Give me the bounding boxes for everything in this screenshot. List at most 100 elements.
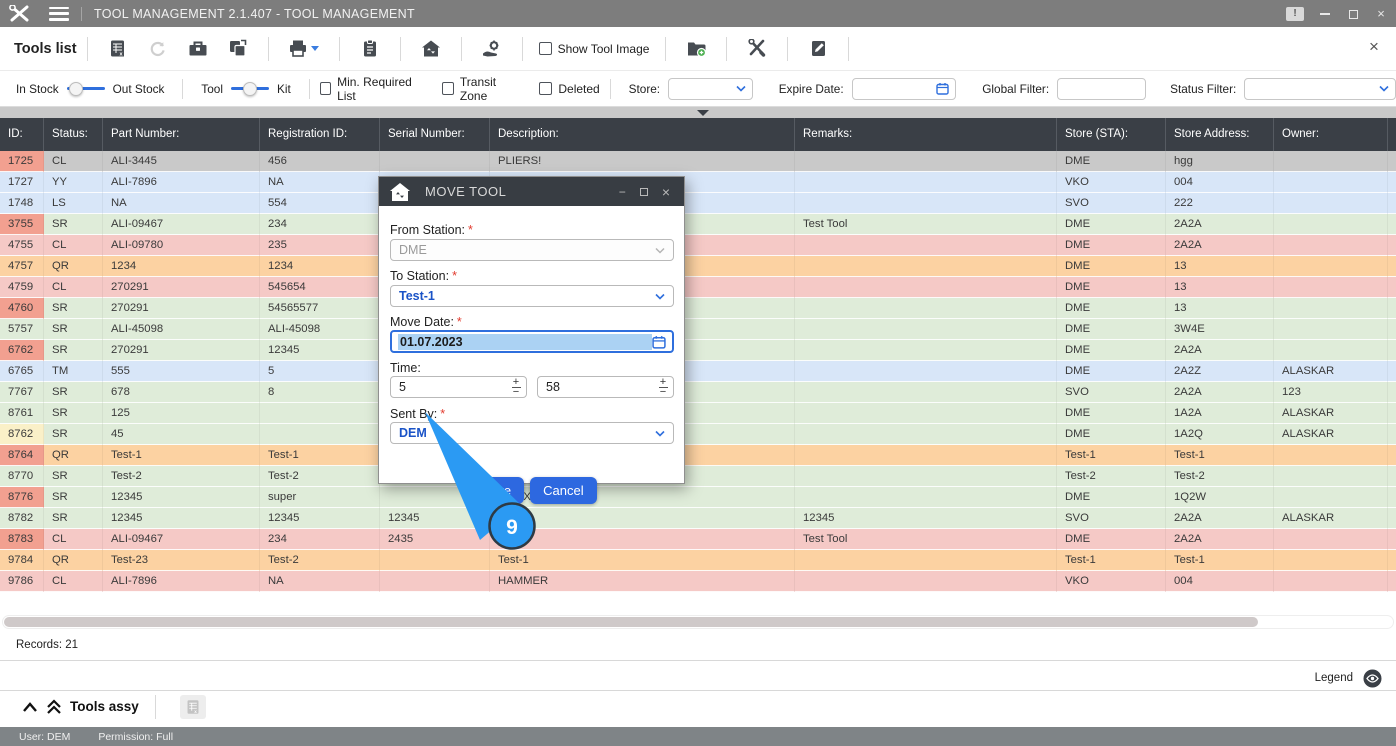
cell-id[interactable]: 8783 <box>0 529 44 550</box>
cell-store[interactable]: DME <box>1057 487 1166 508</box>
cell-status[interactable]: CL <box>44 235 103 256</box>
restore-button[interactable] <box>1346 0 1360 27</box>
cell-extra[interactable] <box>1388 487 1396 508</box>
table-row[interactable]: 4757QR12341234DME13 <box>0 256 1396 277</box>
cell-registration_id[interactable] <box>260 403 380 424</box>
cell-description[interactable]: Test-1 <box>490 550 795 571</box>
cell-registration_id[interactable]: 545654 <box>260 277 380 298</box>
horizontal-scrollbar[interactable] <box>2 615 1394 629</box>
cell-part_number[interactable]: 125 <box>103 403 260 424</box>
edit-notes-button[interactable] <box>801 34 835 64</box>
cell-part_number[interactable]: 12345 <box>103 487 260 508</box>
cell-part_number[interactable]: 678 <box>103 382 260 403</box>
cell-registration_id[interactable]: super <box>260 487 380 508</box>
column-header[interactable]: ID: <box>0 118 44 151</box>
cell-status[interactable]: SR <box>44 403 103 424</box>
cell-owner[interactable] <box>1274 466 1388 487</box>
cell-extra[interactable] <box>1388 382 1396 403</box>
cell-remarks[interactable]: Test Tool <box>795 529 1057 550</box>
cell-registration_id[interactable]: 554 <box>260 193 380 214</box>
cell-extra[interactable] <box>1388 193 1396 214</box>
tool-kit-toggle[interactable] <box>231 81 269 97</box>
cell-owner[interactable] <box>1274 172 1388 193</box>
cell-registration_id[interactable]: ALI-45098 <box>260 319 380 340</box>
hour-stepper[interactable]: +− <box>510 377 526 397</box>
cell-remarks[interactable] <box>795 193 1057 214</box>
cell-registration_id[interactable]: NA <box>260 172 380 193</box>
cell-store[interactable]: DME <box>1057 403 1166 424</box>
cell-store_address[interactable]: Test-1 <box>1166 550 1274 571</box>
cell-store_address[interactable]: 222 <box>1166 193 1274 214</box>
cell-status[interactable]: CL <box>44 151 103 172</box>
cell-owner[interactable] <box>1274 445 1388 466</box>
cell-id[interactable]: 4755 <box>0 235 44 256</box>
cell-extra[interactable] <box>1388 361 1396 382</box>
cell-status[interactable]: LS <box>44 193 103 214</box>
column-header[interactable]: Remarks: <box>795 118 1057 151</box>
toolbox-button[interactable] <box>181 34 215 64</box>
expire-date-input[interactable] <box>852 78 957 100</box>
cell-registration_id[interactable]: Test-2 <box>260 550 380 571</box>
cell-part_number[interactable]: 270291 <box>103 277 260 298</box>
cell-store[interactable]: DME <box>1057 529 1166 550</box>
cell-status[interactable]: SR <box>44 319 103 340</box>
cell-extra[interactable] <box>1388 508 1396 529</box>
cell-extra[interactable] <box>1388 571 1396 592</box>
cell-part_number[interactable]: 1234 <box>103 256 260 277</box>
cell-registration_id[interactable]: 12345 <box>260 340 380 361</box>
column-header[interactable]: Status: <box>44 118 103 151</box>
cell-id[interactable]: 8762 <box>0 424 44 445</box>
cell-store_address[interactable]: 1Q2W <box>1166 487 1274 508</box>
cell-store_address[interactable]: Test-2 <box>1166 466 1274 487</box>
table-row[interactable]: 1727YYALI-7896NAVKO004 <box>0 172 1396 193</box>
cell-serial_number[interactable]: 2435 <box>380 529 490 550</box>
column-header[interactable]: Store (STA): <box>1057 118 1166 151</box>
column-header[interactable]: Serial Number: <box>380 118 490 151</box>
cell-store[interactable]: DME <box>1057 424 1166 445</box>
cell-store_address[interactable]: 2A2A <box>1166 214 1274 235</box>
cell-store_address[interactable]: 1A2A <box>1166 403 1274 424</box>
alert-icon[interactable]: ! <box>1286 7 1304 21</box>
table-row[interactable]: 4759CL270291545654DME13 <box>0 277 1396 298</box>
column-header[interactable]: Part Number: <box>103 118 260 151</box>
cell-id[interactable]: 9784 <box>0 550 44 571</box>
cell-part_number[interactable]: ALI-3445 <box>103 151 260 172</box>
table-row[interactable]: 9786CLALI-7896NAHAMMERVKO004 <box>0 571 1396 592</box>
cell-store[interactable]: DME <box>1057 361 1166 382</box>
cell-remarks[interactable] <box>795 550 1057 571</box>
cell-store_address[interactable]: 2A2A <box>1166 340 1274 361</box>
cell-remarks[interactable] <box>795 361 1057 382</box>
cell-store_address[interactable]: 13 <box>1166 298 1274 319</box>
cell-store[interactable]: DME <box>1057 277 1166 298</box>
cell-registration_id[interactable]: Test-1 <box>260 445 380 466</box>
cell-remarks[interactable] <box>795 571 1057 592</box>
cell-extra[interactable] <box>1388 151 1396 172</box>
cell-id[interactable]: 4757 <box>0 256 44 277</box>
cell-owner[interactable] <box>1274 193 1388 214</box>
table-row[interactable]: 1725CLALI-3445456PLIERS!DMEhgg <box>0 151 1396 172</box>
copy-move-button[interactable] <box>221 34 255 64</box>
collapse-arrow-icon[interactable] <box>697 110 709 116</box>
cell-remarks[interactable] <box>795 256 1057 277</box>
table-row[interactable]: 4760SR27029154565577DME13 <box>0 298 1396 319</box>
column-header[interactable]: Registration ID: <box>260 118 380 151</box>
cell-part_number[interactable]: 12345 <box>103 508 260 529</box>
cell-store_address[interactable]: 13 <box>1166 256 1274 277</box>
dialog-minimize-button[interactable]: − <box>619 185 626 199</box>
cell-status[interactable]: SR <box>44 340 103 361</box>
cell-status[interactable]: SR <box>44 214 103 235</box>
dialog-close-button[interactable]: × <box>662 184 670 200</box>
cell-owner[interactable] <box>1274 298 1388 319</box>
cell-extra[interactable] <box>1388 424 1396 445</box>
cell-owner[interactable]: 123 <box>1274 382 1388 403</box>
cell-remarks[interactable] <box>795 298 1057 319</box>
cell-id[interactable]: 1748 <box>0 193 44 214</box>
cell-status[interactable]: CL <box>44 571 103 592</box>
table-row[interactable]: 4755CLALI-09780235DME2A2A <box>0 235 1396 256</box>
table-row[interactable]: 8762SR45DME1A2QALASKAR <box>0 424 1396 445</box>
cell-status[interactable]: CL <box>44 529 103 550</box>
move-button[interactable]: Move <box>466 477 524 504</box>
cell-part_number[interactable]: ALI-45098 <box>103 319 260 340</box>
cell-remarks[interactable] <box>795 151 1057 172</box>
cell-extra[interactable] <box>1388 214 1396 235</box>
